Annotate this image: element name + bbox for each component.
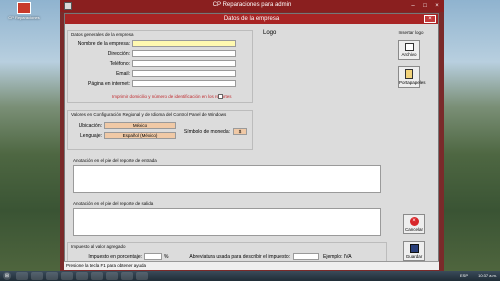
- clipboard-icon: [405, 69, 413, 79]
- cancel-button-label: Cancelar: [404, 227, 423, 232]
- dialog-title-bar: Datos de la empresa ×: [65, 14, 438, 24]
- website-label: Página en internet:: [88, 81, 130, 87]
- taskbar-app-4-icon[interactable]: [61, 272, 73, 280]
- entry-note-label: Anotación en el pie del reporte de entra…: [73, 158, 157, 163]
- address-input[interactable]: [132, 50, 236, 57]
- regional-settings-group: Valores en Configuración Regional y de I…: [67, 110, 253, 150]
- phone-input[interactable]: [132, 60, 236, 67]
- close-icon[interactable]: ×: [432, 2, 442, 10]
- tray-language[interactable]: ESP: [460, 274, 468, 278]
- location-label: Ubicación:: [78, 123, 102, 129]
- taskbar-app-9-icon[interactable]: [136, 272, 148, 280]
- folder-icon: [404, 43, 414, 51]
- clipboard-button[interactable]: Portapapeles: [398, 66, 426, 88]
- entry-note-textarea[interactable]: [73, 165, 381, 193]
- tray-clock[interactable]: 10:37 a.m.: [478, 274, 497, 278]
- taskbar-app-1-icon[interactable]: [16, 272, 28, 280]
- taskbar-app-5-icon[interactable]: [76, 272, 88, 280]
- tax-abbr-label: Abreviatura usada para describir el impu…: [189, 254, 290, 260]
- tax-percent-label: Impuesto en porcentaje:: [88, 254, 142, 260]
- dialog-body: Datos generales de la empresa Nombre de …: [65, 24, 438, 269]
- save-button-label: Guardar: [405, 254, 423, 259]
- company-data-dialog: Datos de la empresa × Datos generales de…: [64, 13, 439, 270]
- dialog-title: Datos de la empresa: [223, 16, 280, 22]
- logo-label: Logo: [263, 30, 277, 36]
- dialog-close-icon[interactable]: ×: [424, 15, 436, 23]
- company-name-input[interactable]: [132, 40, 236, 47]
- start-icon[interactable]: ⊞: [3, 272, 11, 280]
- email-input[interactable]: [132, 70, 236, 77]
- currency-value: $: [233, 128, 247, 135]
- logo-area: Logo: [261, 28, 387, 156]
- cancel-icon: ×: [409, 217, 419, 226]
- general-group-title: Datos generales de la empresa: [71, 32, 134, 37]
- taskbar-app-7-icon[interactable]: [106, 272, 118, 280]
- email-label: Email:: [116, 71, 130, 77]
- print-address-label: Imprimir domicilio y número de identific…: [112, 94, 232, 99]
- save-icon: [409, 244, 419, 253]
- phone-label: Teléfono:: [109, 61, 130, 67]
- cancel-button[interactable]: × Cancelar: [403, 214, 425, 234]
- taskbar-app-8-icon[interactable]: [121, 272, 133, 280]
- file-button[interactable]: Archivo: [398, 40, 420, 60]
- exit-note-label: Anotación en el pie del reporte de salid…: [73, 201, 154, 206]
- file-button-label: Archivo: [401, 52, 417, 57]
- print-address-checkbox[interactable]: [218, 94, 223, 99]
- taskbar-app-6-icon[interactable]: [91, 272, 103, 280]
- address-label: Dirección:: [107, 51, 130, 57]
- taskbar-app-3-icon[interactable]: [46, 272, 58, 280]
- tax-abbr-input[interactable]: [293, 253, 319, 260]
- desktop-icon-cp-reparaciones[interactable]: CP Reparaciones: [2, 2, 46, 26]
- language-value: Español (México): [104, 132, 176, 139]
- tax-example: Ejemplo: IVA: [323, 254, 352, 260]
- minimize-icon[interactable]: –: [408, 2, 418, 10]
- language-label: Lenguaje:: [80, 133, 102, 139]
- percent-suffix: %: [164, 254, 169, 260]
- taskbar-app-2-icon[interactable]: [31, 272, 43, 280]
- tax-group-title: Impuesto al valor agregado: [71, 244, 126, 249]
- tax-percent-input[interactable]: [144, 253, 162, 260]
- currency-label: Símbolo de moneda:: [183, 129, 230, 135]
- location-value: México: [104, 122, 176, 129]
- website-input[interactable]: [132, 80, 236, 87]
- insert-logo-group: Insertar logo Archivo Portapapeles: [389, 30, 433, 110]
- app-icon: [17, 2, 31, 14]
- save-button[interactable]: Guardar: [403, 241, 425, 261]
- insert-logo-title: Insertar logo: [398, 30, 424, 35]
- clipboard-button-label: Portapapeles: [399, 80, 426, 85]
- general-data-group: Datos generales de la empresa Nombre de …: [67, 30, 253, 103]
- desktop-icon-label: CP Reparaciones: [8, 15, 40, 20]
- app-title: CP Reparaciones para admin: [212, 2, 292, 8]
- taskbar: ⊞ ESP 10:37 a.m.: [0, 271, 500, 281]
- company-name-label: Nombre de la empresa:: [77, 41, 130, 47]
- regional-group-title: Valores en Configuración Regional y de I…: [71, 112, 227, 117]
- status-bar: Presione la tecla F1 para obtener ayuda: [64, 261, 439, 270]
- app-title-bar: CP Reparaciones para admin – □ ×: [60, 0, 444, 12]
- exit-note-textarea[interactable]: [73, 208, 381, 236]
- maximize-icon[interactable]: □: [420, 2, 430, 10]
